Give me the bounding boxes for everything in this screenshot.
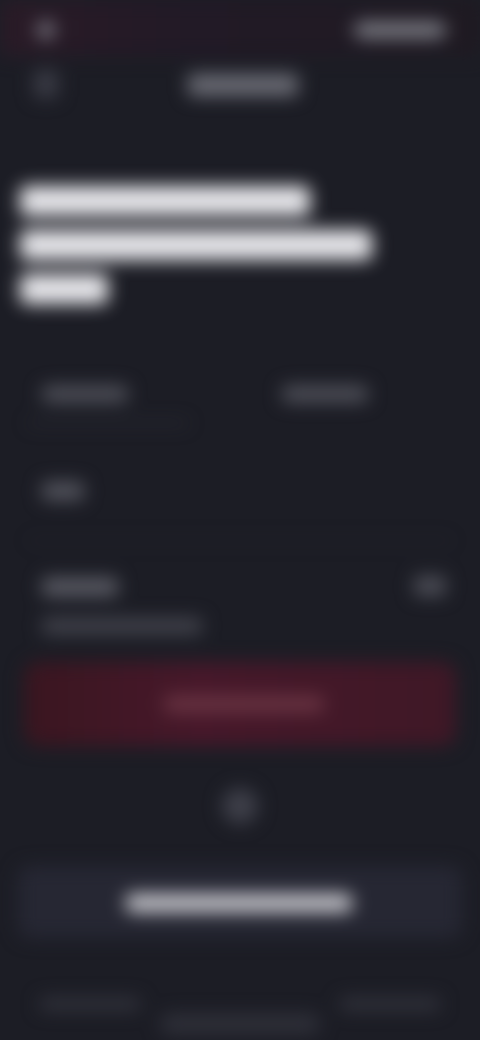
footer (0, 970, 480, 1040)
primary-button[interactable] (24, 662, 456, 746)
headline-line (20, 230, 372, 260)
tab-second[interactable] (282, 386, 368, 402)
tab-first[interactable] (42, 386, 128, 402)
row-value[interactable] (414, 576, 446, 596)
status-icons (354, 22, 446, 38)
secondary-button[interactable] (18, 866, 462, 938)
secondary-button-label (126, 894, 352, 912)
divider (28, 540, 452, 541)
status-bar (0, 0, 480, 56)
footer-link-left[interactable] (40, 998, 140, 1010)
field-label (42, 482, 84, 500)
headline-line (20, 274, 108, 304)
row-label (42, 578, 118, 596)
blurred-screen (0, 0, 480, 1040)
status-dot-icon (38, 22, 54, 38)
footer-link-right[interactable] (340, 998, 440, 1010)
header-title (188, 74, 298, 96)
back-arrow-icon[interactable] (34, 70, 58, 98)
tab-indicator (28, 422, 188, 424)
row-sublabel (42, 618, 202, 634)
tab-bar (28, 368, 452, 424)
primary-button-label (164, 696, 324, 712)
home-indicator (160, 1014, 320, 1034)
blur-overlay (0, 0, 480, 1040)
page-headline (20, 186, 400, 318)
circle-icon (222, 788, 258, 824)
headline-line (20, 186, 310, 216)
